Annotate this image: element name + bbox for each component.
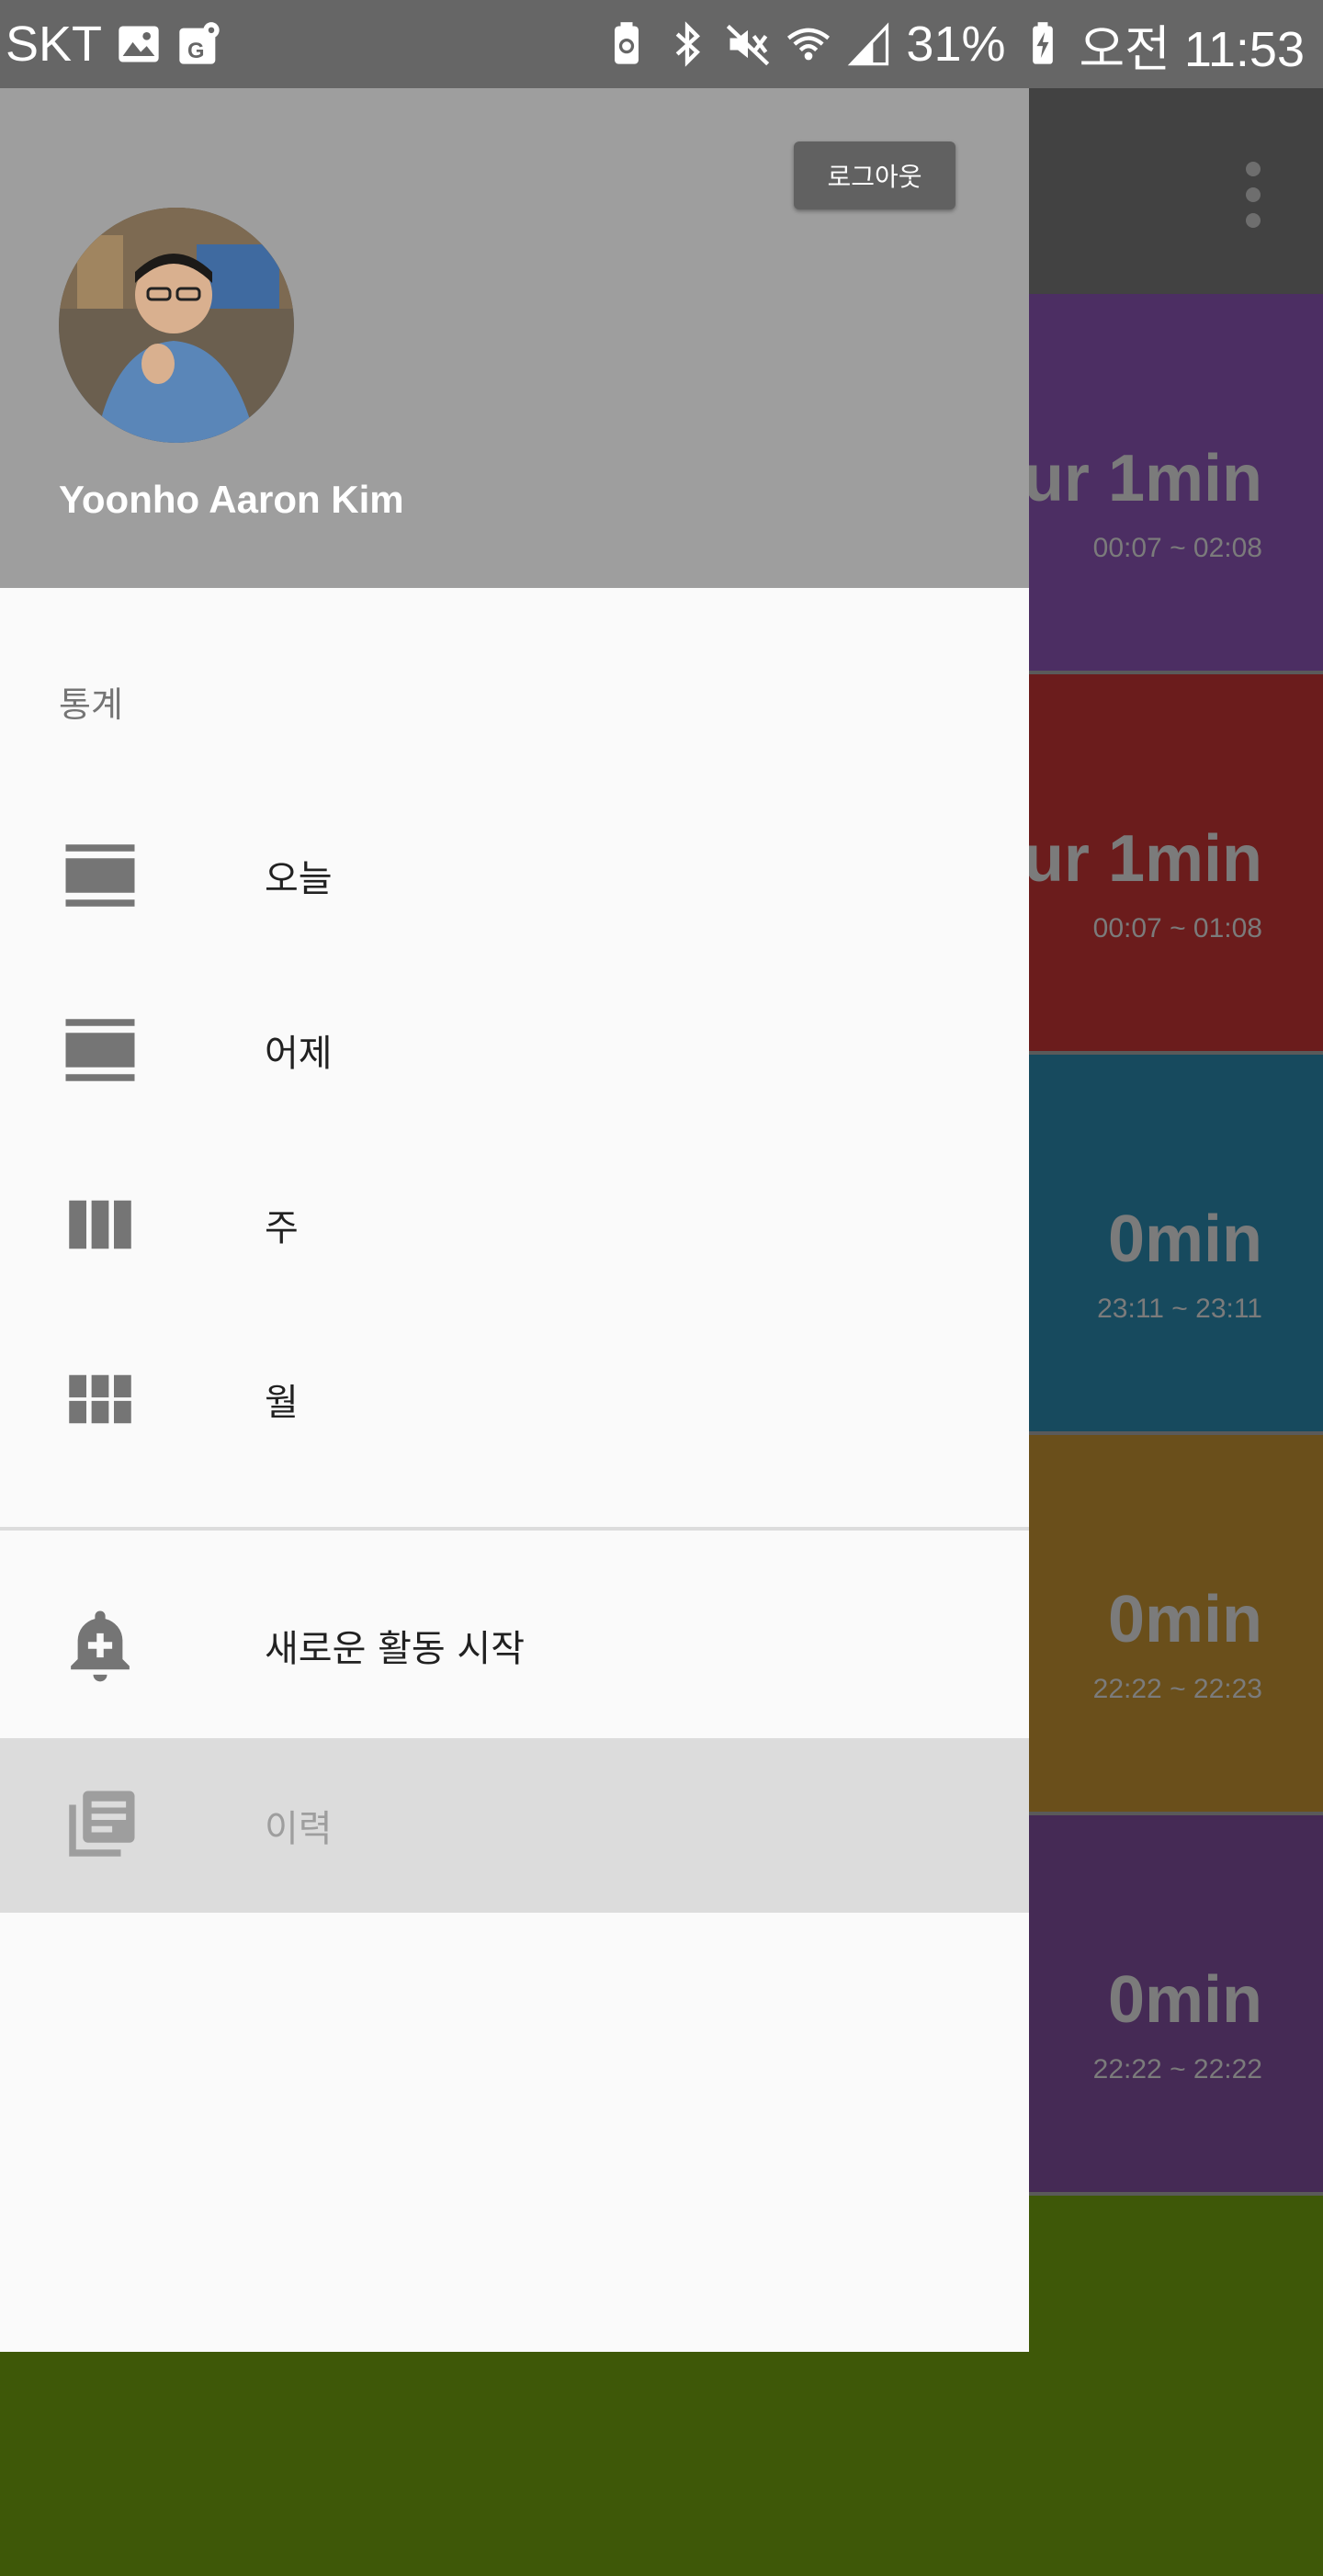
activity-duration: 0min (1107, 1203, 1262, 1276)
activity-duration: ur 1min (1023, 822, 1262, 896)
logout-button[interactable]: 로그아웃 (794, 141, 956, 209)
view-day-icon (59, 834, 141, 917)
navigation-drawer: 로그아웃 Yoonho Aaron Kim 통계 오늘 어제 주 월 새로운 활… (0, 88, 1029, 2352)
charging-icon (1019, 20, 1067, 68)
bluetooth-icon (663, 20, 711, 68)
mute-icon (724, 20, 772, 68)
activity-duration: 0min (1107, 1583, 1262, 1656)
wifi-icon (785, 20, 832, 68)
menu-item-label: 어제 (265, 1033, 333, 1075)
status-bar: SKT G 31% 오전 11:53 (0, 0, 1323, 88)
activity-time-range: 00:07 ~ 01:08 (1092, 913, 1262, 943)
view-day-icon (59, 1009, 141, 1091)
more-options-icon[interactable] (1240, 162, 1266, 228)
view-week-icon (59, 1183, 141, 1266)
menu-item-label: 이력 (265, 1808, 333, 1850)
menu-item-month[interactable]: 월 (0, 1312, 1029, 1486)
activity-duration: ur 1min (1023, 442, 1262, 515)
section-title-statistics: 통계 (59, 684, 123, 725)
user-name: Yoonho Aaron Kim (59, 478, 404, 521)
avatar[interactable] (59, 208, 294, 443)
menu-item-label: 주 (265, 1207, 299, 1249)
carrier-label: SKT (6, 17, 103, 72)
menu-item-label: 새로운 활동 시작 (265, 1628, 526, 1670)
menu-item-week[interactable]: 주 (0, 1137, 1029, 1312)
add-alert-icon (59, 1604, 141, 1687)
maps-icon: G (175, 20, 223, 68)
activity-duration: 0min (1107, 1963, 1262, 2037)
menu-item-label: 오늘 (265, 858, 333, 900)
history-icon (59, 1784, 141, 1867)
image-icon (115, 20, 163, 68)
battery-saver-icon (603, 20, 650, 68)
activity-time-range: 00:07 ~ 02:08 (1092, 533, 1262, 563)
menu-item-history[interactable]: 이력 (0, 1738, 1029, 1913)
drawer-header: 로그아웃 Yoonho Aaron Kim (0, 88, 1029, 588)
svg-text:G: G (187, 39, 205, 63)
activity-time-range: 23:11 ~ 23:11 (1097, 1294, 1262, 1324)
signal-icon (845, 20, 893, 68)
menu-item-yesterday[interactable]: 어제 (0, 963, 1029, 1137)
view-module-icon (59, 1358, 141, 1441)
divider (0, 1527, 1029, 1531)
menu-item-label: 월 (265, 1382, 299, 1424)
clock: 오전 11:53 (1079, 21, 1306, 77)
battery-percent: 31% (906, 17, 1006, 72)
menu-item-new-activity[interactable]: 새로운 활동 시작 (0, 1558, 1029, 1733)
activity-time-range: 22:22 ~ 22:22 (1092, 2054, 1262, 2085)
menu-item-today[interactable]: 오늘 (0, 788, 1029, 963)
activity-time-range: 22:22 ~ 22:23 (1092, 1674, 1262, 1704)
